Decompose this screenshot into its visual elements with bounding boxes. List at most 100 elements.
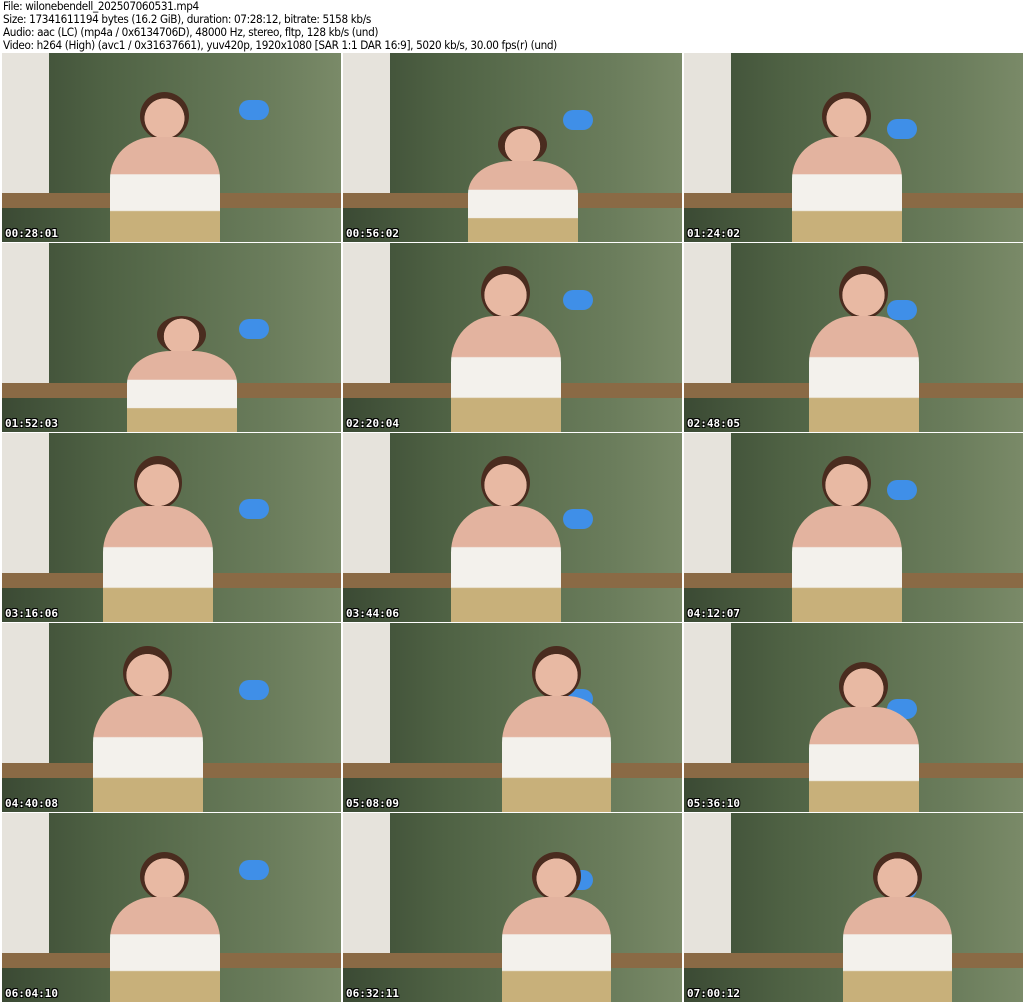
person-body bbox=[450, 505, 561, 622]
timestamp-label: 05:08:09 bbox=[346, 797, 399, 810]
timestamp-label: 05:36:10 bbox=[687, 797, 740, 810]
person bbox=[104, 852, 226, 1002]
video-frame-thumbnail: 04:40:08 bbox=[2, 623, 341, 812]
video-frame-thumbnail: 05:36:10 bbox=[684, 623, 1023, 812]
person-body bbox=[501, 897, 612, 1002]
timestamp-label: 06:04:10 bbox=[5, 987, 58, 1000]
video-frame-thumbnail: 00:28:01 bbox=[2, 53, 341, 242]
file-info-header: File: wilonebendell_202507060531.mp4 Siz… bbox=[3, 0, 557, 52]
shelf bbox=[684, 813, 732, 965]
shelf bbox=[2, 623, 50, 775]
person bbox=[803, 662, 925, 812]
timestamp-label: 01:24:02 bbox=[687, 227, 740, 240]
shelf bbox=[343, 243, 391, 395]
person-head bbox=[157, 315, 207, 353]
shelf bbox=[2, 243, 50, 395]
video-frame-thumbnail: 01:52:03 bbox=[2, 243, 341, 432]
person bbox=[462, 125, 584, 242]
person bbox=[837, 852, 959, 1002]
person-head bbox=[140, 852, 190, 901]
shelf bbox=[684, 243, 732, 395]
person-body bbox=[808, 707, 919, 812]
shelf bbox=[2, 433, 50, 585]
shelf bbox=[684, 623, 732, 775]
timestamp-label: 07:00:12 bbox=[687, 987, 740, 1000]
person-head bbox=[822, 92, 872, 141]
video-frame-thumbnail: 01:24:02 bbox=[684, 53, 1023, 242]
person-body bbox=[791, 137, 902, 242]
video-frame-thumbnail: 03:44:06 bbox=[343, 433, 682, 622]
thumbnail-grid: 00:28:01 00:56:02 01:24:02 01:52:03 02:2… bbox=[2, 53, 1023, 1003]
video-info: Video: h264 (High) (avc1 / 0x31637661), … bbox=[3, 38, 557, 52]
person-head bbox=[839, 265, 889, 319]
cloud-lamp bbox=[239, 100, 270, 121]
timestamp-label: 03:16:06 bbox=[5, 607, 58, 620]
timestamp-label: 00:56:02 bbox=[346, 227, 399, 240]
person-head bbox=[481, 455, 531, 509]
person-body bbox=[467, 160, 578, 242]
person bbox=[496, 852, 618, 1002]
video-frame-thumbnail: 06:32:11 bbox=[343, 813, 682, 1002]
person bbox=[496, 645, 618, 812]
person bbox=[786, 455, 908, 622]
person-head bbox=[481, 265, 531, 319]
person-head bbox=[873, 852, 922, 901]
cloud-lamp bbox=[239, 499, 270, 520]
person-body bbox=[791, 505, 902, 622]
person-head bbox=[532, 852, 581, 901]
timestamp-label: 04:12:07 bbox=[687, 607, 740, 620]
person bbox=[104, 92, 226, 242]
shelf bbox=[343, 53, 391, 205]
shelf bbox=[343, 623, 391, 775]
timestamp-label: 02:48:05 bbox=[687, 417, 740, 430]
person bbox=[97, 455, 219, 622]
shelf bbox=[684, 53, 732, 205]
cloud-lamp bbox=[239, 860, 270, 881]
person-body bbox=[92, 695, 203, 812]
person bbox=[445, 265, 567, 432]
person-body bbox=[109, 897, 220, 1002]
person-body bbox=[808, 315, 919, 432]
timestamp-label: 04:40:08 bbox=[5, 797, 58, 810]
person-body bbox=[501, 695, 612, 812]
person-body bbox=[450, 315, 561, 432]
video-frame-thumbnail: 07:00:12 bbox=[684, 813, 1023, 1002]
video-frame-thumbnail: 02:20:04 bbox=[343, 243, 682, 432]
person bbox=[87, 645, 209, 812]
timestamp-label: 01:52:03 bbox=[5, 417, 58, 430]
video-frame-thumbnail: 06:04:10 bbox=[2, 813, 341, 1002]
video-frame-thumbnail: 04:12:07 bbox=[684, 433, 1023, 622]
person-head bbox=[123, 645, 173, 699]
person-body bbox=[109, 137, 220, 242]
person-head bbox=[140, 92, 190, 141]
video-frame-thumbnail: 02:48:05 bbox=[684, 243, 1023, 432]
person bbox=[786, 92, 908, 242]
timestamp-label: 00:28:01 bbox=[5, 227, 58, 240]
person-body bbox=[103, 505, 213, 622]
cloud-lamp bbox=[239, 679, 270, 700]
person bbox=[121, 315, 243, 432]
person-body bbox=[842, 897, 953, 1002]
video-frame-thumbnail: 05:08:09 bbox=[343, 623, 682, 812]
video-frame-thumbnail: 00:56:02 bbox=[343, 53, 682, 242]
cloud-lamp bbox=[239, 318, 270, 339]
shelf bbox=[2, 813, 50, 965]
shelf bbox=[343, 433, 391, 585]
video-frame-thumbnail: 03:16:06 bbox=[2, 433, 341, 622]
person-head bbox=[839, 662, 889, 711]
shelf bbox=[343, 813, 391, 965]
person-head bbox=[133, 455, 183, 509]
timestamp-label: 03:44:06 bbox=[346, 607, 399, 620]
person-head bbox=[532, 645, 581, 699]
timestamp-label: 06:32:11 bbox=[346, 987, 399, 1000]
cloud-lamp bbox=[563, 290, 594, 311]
person-head bbox=[498, 125, 548, 163]
shelf bbox=[684, 433, 732, 585]
cloud-lamp bbox=[563, 508, 594, 529]
person-body bbox=[126, 350, 237, 432]
person bbox=[803, 265, 925, 432]
timestamp-label: 02:20:04 bbox=[346, 417, 399, 430]
person bbox=[445, 455, 567, 622]
person-head bbox=[822, 455, 872, 509]
shelf bbox=[2, 53, 50, 205]
